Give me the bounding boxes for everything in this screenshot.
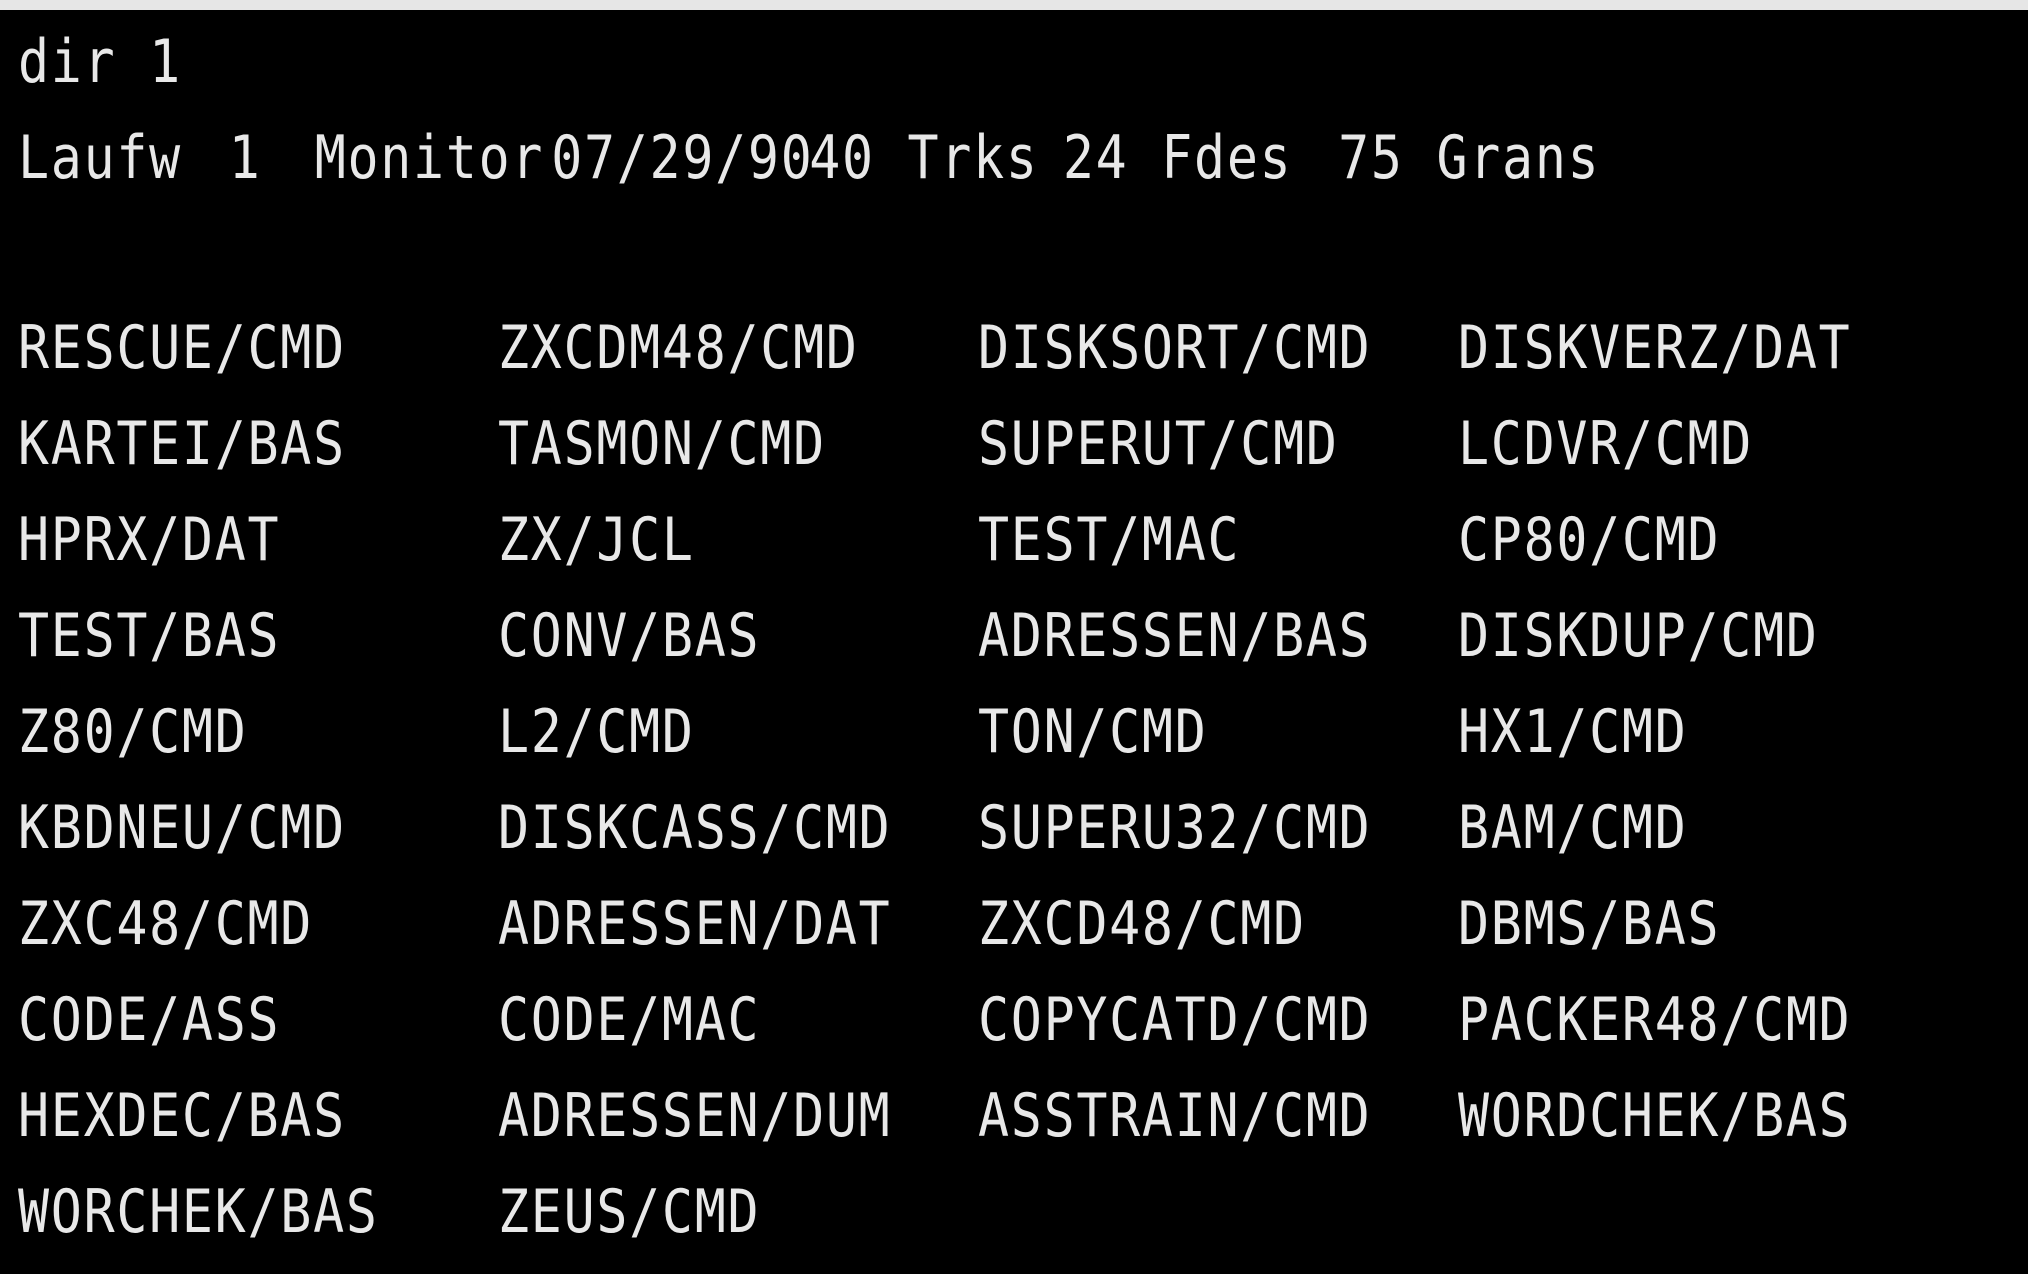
file-row: HPRX/DAT ZX/JCL TEST/MAC CP80/CMD: [18, 492, 1998, 588]
file-entry: ADRESSEN/DUM: [498, 1081, 892, 1151]
file-entry: WORCHEK/BAS: [18, 1177, 379, 1247]
file-row: KBDNEU/CMD DISKCASS/CMD SUPERU32/CMD BAM…: [18, 780, 1998, 876]
file-entry: L2/CMD: [498, 697, 695, 767]
file-entry: COPYCATD/CMD: [978, 985, 1372, 1055]
file-row: TEST/BAS CONV/BAS ADRESSEN/BAS DISKDUP/C…: [18, 588, 1998, 684]
file-entry: DISKVERZ/DAT: [1458, 313, 1852, 383]
file-entry: TON/CMD: [978, 697, 1208, 767]
file-row: Z80/CMD L2/CMD TON/CMD HX1/CMD: [18, 684, 1998, 780]
disk-date: 07/29/90: [551, 123, 814, 193]
file-entry: CODE/MAC: [498, 985, 761, 1055]
fde-count: 24 Fdes: [1062, 123, 1293, 193]
file-entry: SUPERUT/CMD: [978, 409, 1339, 479]
file-entry: ADRESSEN/DAT: [498, 889, 892, 959]
file-row: KARTEI/BAS TASMON/CMD SUPERUT/CMD LCDVR/…: [18, 396, 1998, 492]
file-entry: ASSTRAIN/CMD: [978, 1081, 1372, 1151]
file-entry: HPRX/DAT: [18, 505, 281, 575]
file-entry: HX1/CMD: [1458, 697, 1688, 767]
file-entry: Z80/CMD: [18, 697, 248, 767]
command-line: dir 1: [18, 27, 182, 97]
file-entry: KARTEI/BAS: [18, 409, 346, 479]
file-entry: TASMON/CMD: [498, 409, 826, 479]
file-row: HEXDEC/BAS ADRESSEN/DUM ASSTRAIN/CMD WOR…: [18, 1068, 1998, 1164]
file-entry: KBDNEU/CMD: [18, 793, 346, 863]
file-entry: ZXCDM48/CMD: [498, 313, 859, 383]
file-entry: ZEUS/CMD: [498, 1177, 761, 1247]
file-entry: WORDCHEK/BAS: [1458, 1081, 1852, 1151]
file-entry: CODE/ASS: [18, 985, 281, 1055]
file-entry: DBMS/BAS: [1458, 889, 1721, 959]
file-row: RESCUE/CMD ZXCDM48/CMD DISKSORT/CMD DISK…: [18, 300, 1998, 396]
file-entry: CONV/BAS: [498, 601, 761, 671]
file-entry: LCDVR/CMD: [1458, 409, 1754, 479]
file-row: CODE/ASS CODE/MAC COPYCATD/CMD PACKER48/…: [18, 972, 1998, 1068]
file-entry: ZXC48/CMD: [18, 889, 314, 959]
drive-label: Laufw: [18, 123, 182, 193]
file-entry: DISKCASS/CMD: [498, 793, 892, 863]
disk-name: Monitor: [314, 123, 545, 193]
file-entry: ZX/JCL: [498, 505, 695, 575]
file-entry: ZXCD48/CMD: [978, 889, 1306, 959]
file-entry: TEST/MAC: [978, 505, 1241, 575]
terminal-screen[interactable]: dir 1 Laufw 1 Monitor 07/29/90 40 Trks 2…: [0, 10, 2028, 1274]
file-entry: TEST/BAS: [18, 601, 281, 671]
gran-count: 75 Grans: [1338, 123, 1601, 193]
file-entry: RESCUE/CMD: [18, 313, 346, 383]
file-entry: BAM/CMD: [1458, 793, 1688, 863]
file-row: ZXC48/CMD ADRESSEN/DAT ZXCD48/CMD DBMS/B…: [18, 876, 1998, 972]
file-entry: HEXDEC/BAS: [18, 1081, 346, 1151]
file-listing: RESCUE/CMD ZXCDM48/CMD DISKSORT/CMD DISK…: [18, 300, 1998, 1260]
window-top-frame: [0, 0, 2028, 10]
file-row: WORCHEK/BAS ZEUS/CMD: [18, 1164, 1998, 1260]
file-entry: ADRESSEN/BAS: [978, 601, 1372, 671]
drive-number: 1: [228, 123, 262, 193]
track-count: 40 Trks: [809, 123, 1039, 193]
file-entry: SUPERU32/CMD: [978, 793, 1372, 863]
file-entry: PACKER48/CMD: [1458, 985, 1852, 1055]
file-entry: DISKDUP/CMD: [1458, 601, 1819, 671]
file-entry: CP80/CMD: [1458, 505, 1721, 575]
file-entry: DISKSORT/CMD: [978, 313, 1372, 383]
